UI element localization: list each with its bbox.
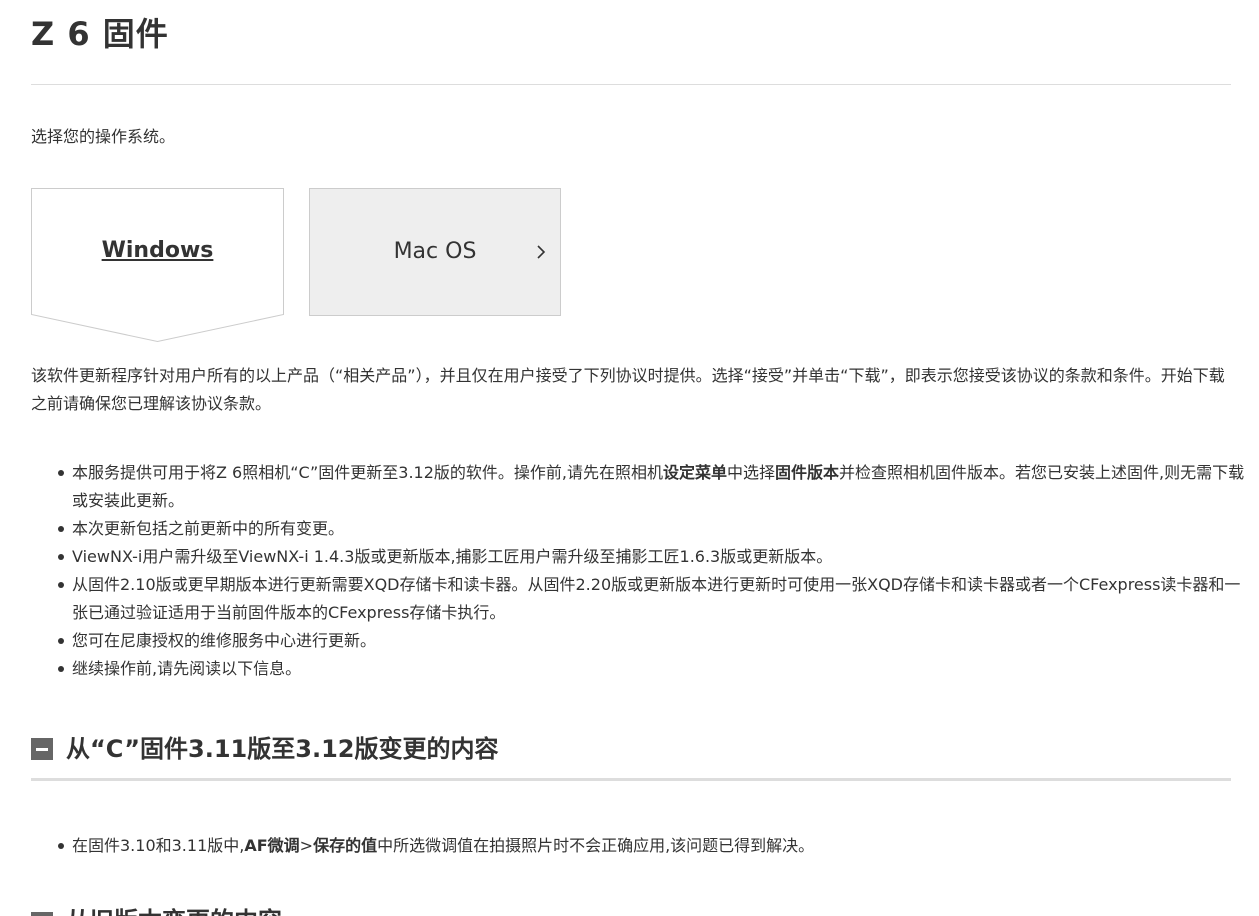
collapse-minus-icon[interactable] [31, 738, 53, 760]
tab-mac-os-label: Mac OS [393, 239, 477, 264]
change-text: 中所选微调值在拍摄照片时不会正确应用,该问题已得到解决。 [377, 836, 815, 855]
agreement-text-block: 该软件更新程序针对用户所有的以上产品（“相关产品”），并且仅在用户接受了下列协议… [31, 362, 1231, 418]
change-text: 在固件3.10和3.11版中, [72, 836, 245, 855]
note-bold-setup-menu: 设定菜单 [663, 463, 728, 482]
previous-changes-section-header: 从旧版本变更的内容 [31, 904, 1231, 916]
change-separator: > [299, 836, 314, 855]
tab-windows[interactable]: Windows [31, 188, 284, 343]
collapse-minus-icon[interactable] [31, 912, 53, 916]
change-bold-af-fine-tune: AF微调 [244, 836, 300, 855]
changes-section-header: 从“C”固件3.11版至3.12版变更的内容 [31, 732, 1231, 781]
os-select-prompt: 选择您的操作系统。 [31, 127, 176, 146]
changes-list: 在固件3.10和3.11版中,AF微调>保存的值中所选微调值在拍摄照片时不会正确… [31, 832, 814, 860]
change-bold-saved-value: 保存的值 [313, 836, 378, 855]
os-tabs: Windows Mac OS [31, 188, 571, 348]
page: Z 6 固件 选择您的操作系统。 Windows Mac OS 该软件更新程序针… [0, 0, 1259, 916]
previous-changes-section-title[interactable]: 从旧版本变更的内容 [66, 904, 282, 916]
page-title: Z 6 固件 [31, 15, 169, 53]
list-item: 从固件2.10版或更早期版本进行更新需要XQD存储卡和读卡器。从固件2.20版或… [58, 571, 1252, 627]
list-item: 本次更新包括之前更新中的所有变更。 [58, 515, 1252, 543]
notes-list: 本服务提供可用于将Z 6照相机“C”固件更新至3.12版的软件。操作前,请先在照… [31, 459, 1252, 683]
list-item: 本服务提供可用于将Z 6照相机“C”固件更新至3.12版的软件。操作前,请先在照… [58, 459, 1252, 515]
list-item: 您可在尼康授权的维修服务中心进行更新。 [58, 627, 1252, 655]
note-text: 本服务提供可用于将Z 6照相机“C”固件更新至3.12版的软件。操作前,请先在照… [72, 463, 663, 482]
section-divider [31, 778, 1231, 781]
note-bold-firmware-version: 固件版本 [775, 463, 840, 482]
tab-windows-label: Windows [101, 238, 214, 263]
list-item: 在固件3.10和3.11版中,AF微调>保存的值中所选微调值在拍摄照片时不会正确… [57, 832, 815, 860]
agreement-text: 该软件更新程序针对用户所有的以上产品（“相关产品”），并且仅在用户接受了下列协议… [31, 366, 1225, 413]
tab-mac-os[interactable]: Mac OS [309, 188, 561, 316]
note-text: 中选择 [727, 463, 776, 482]
chevron-right-icon [537, 245, 546, 259]
title-divider [31, 84, 1231, 85]
changes-section-title[interactable]: 从“C”固件3.11版至3.12版变更的内容 [66, 732, 498, 766]
list-item: ViewNX-i用户需升级至ViewNX-i 1.4.3版或更新版本,捕影工匠用… [58, 543, 1252, 571]
list-item: 继续操作前,请先阅读以下信息。 [58, 655, 1252, 683]
